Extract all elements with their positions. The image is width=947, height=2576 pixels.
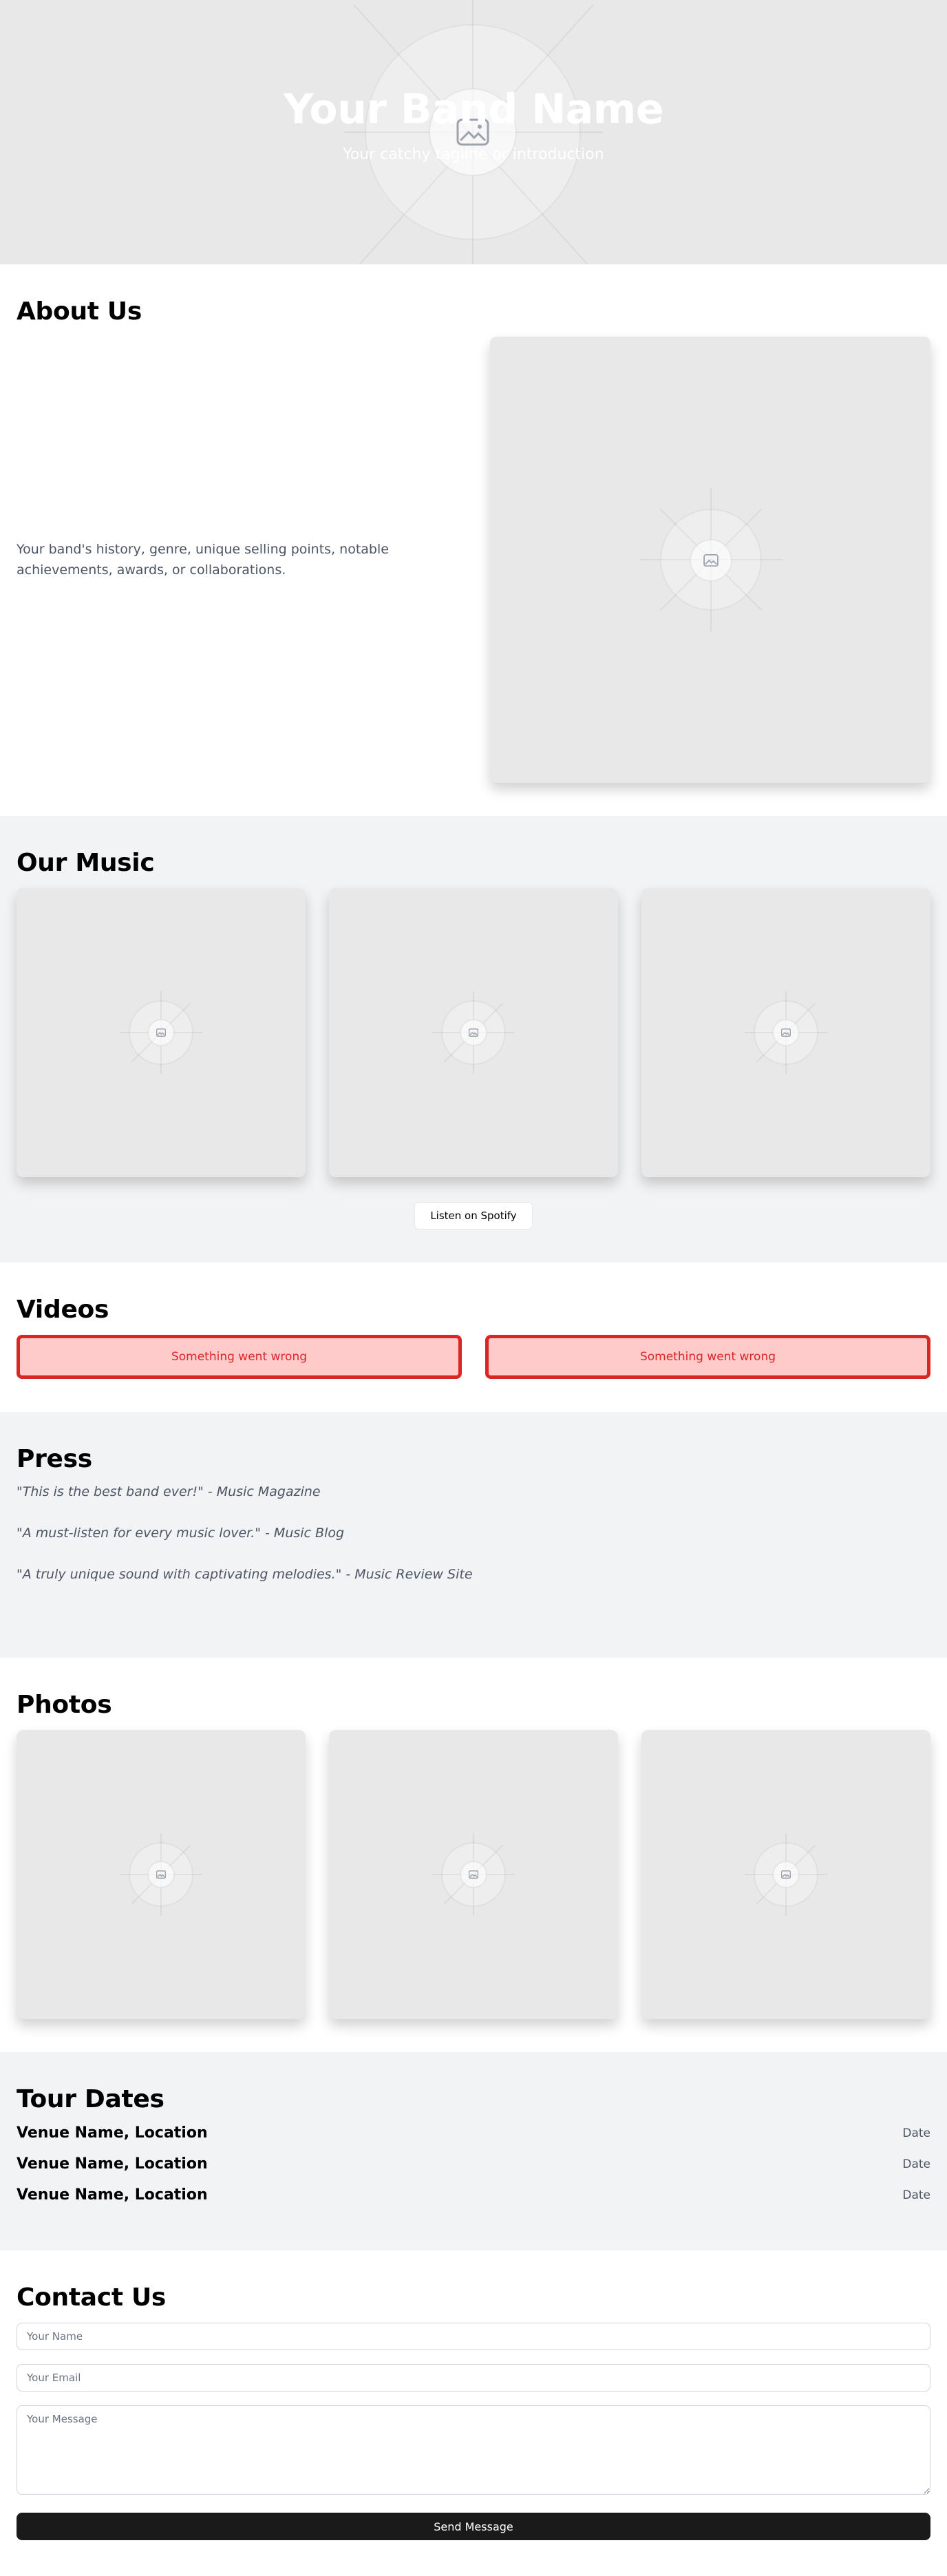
photos-heading: Photos — [17, 1691, 112, 1719]
name-input[interactable] — [17, 2323, 930, 2350]
about-heading: About Us — [17, 297, 142, 326]
tour-item: Venue Name, Location Date — [17, 2155, 930, 2173]
photos-section: Photos — [0, 1658, 947, 2052]
photo-card[interactable] — [641, 1730, 930, 2019]
email-input[interactable] — [17, 2364, 930, 2392]
tour-venue: Venue Name, Location — [17, 2124, 208, 2142]
tour-venue: Venue Name, Location — [17, 2186, 208, 2204]
image-placeholder-icon — [147, 1019, 175, 1046]
image-placeholder-icon — [460, 1019, 487, 1046]
music-card[interactable] — [329, 888, 618, 1177]
press-section: Press "This is the best band ever!" - Mu… — [0, 1412, 947, 1658]
hero-tagline: Your catchy tagline or introduction — [343, 145, 604, 163]
press-quote: "A must-listen for every music lover." -… — [17, 1525, 345, 1541]
photo-card[interactable] — [17, 1730, 306, 2019]
image-placeholder-icon — [772, 1861, 800, 1888]
image-placeholder-icon — [147, 1861, 175, 1888]
music-heading: Our Music — [17, 849, 155, 877]
video-embed-error: Something went wrong — [485, 1335, 930, 1379]
image-placeholder-icon — [460, 1861, 487, 1888]
photo-card[interactable] — [329, 1730, 618, 2019]
about-section: About Us Your band's history, genre, uni… — [0, 264, 947, 816]
tour-item: Venue Name, Location Date — [17, 2124, 930, 2142]
videos-section: Videos Something went wrong Something we… — [0, 1263, 947, 1412]
about-image — [490, 337, 930, 783]
tour-venue: Venue Name, Location — [17, 2155, 208, 2173]
contact-form: Send Message — [17, 2323, 930, 2540]
message-textarea[interactable] — [17, 2405, 930, 2495]
press-quote: "This is the best band ever!" - Music Ma… — [17, 1484, 321, 1499]
listen-on-spotify-button[interactable]: Listen on Spotify — [414, 1202, 533, 1229]
tour-item: Venue Name, Location Date — [17, 2186, 930, 2204]
videos-heading: Videos — [17, 1296, 109, 1324]
contact-heading: Contact Us — [17, 2283, 167, 2312]
music-section: Our Music Listen on Spotify — [0, 816, 947, 1263]
hero-banner: Your Band Name Your catchy tagline or in… — [0, 0, 947, 264]
tour-date: Date — [902, 2157, 930, 2171]
tour-date: Date — [902, 2126, 930, 2140]
tour-section: Tour Dates Venue Name, Location Date Ven… — [0, 2052, 947, 2250]
video-embed-error: Something went wrong — [17, 1335, 462, 1379]
send-message-button[interactable]: Send Message — [17, 2513, 930, 2540]
tour-heading: Tour Dates — [17, 2085, 164, 2113]
image-placeholder-icon — [772, 1019, 800, 1046]
image-placeholder-icon — [690, 539, 732, 582]
press-heading: Press — [17, 1445, 92, 1473]
music-card[interactable] — [17, 888, 306, 1177]
about-text: Your band's history, genre, unique selli… — [17, 542, 389, 578]
tour-date: Date — [902, 2188, 930, 2202]
contact-section: Contact Us Send Message — [0, 2250, 947, 2576]
press-quote: "A truly unique sound with captivating m… — [17, 1567, 473, 1582]
band-name-title: Your Band Name — [283, 85, 664, 134]
music-card[interactable] — [641, 888, 930, 1177]
